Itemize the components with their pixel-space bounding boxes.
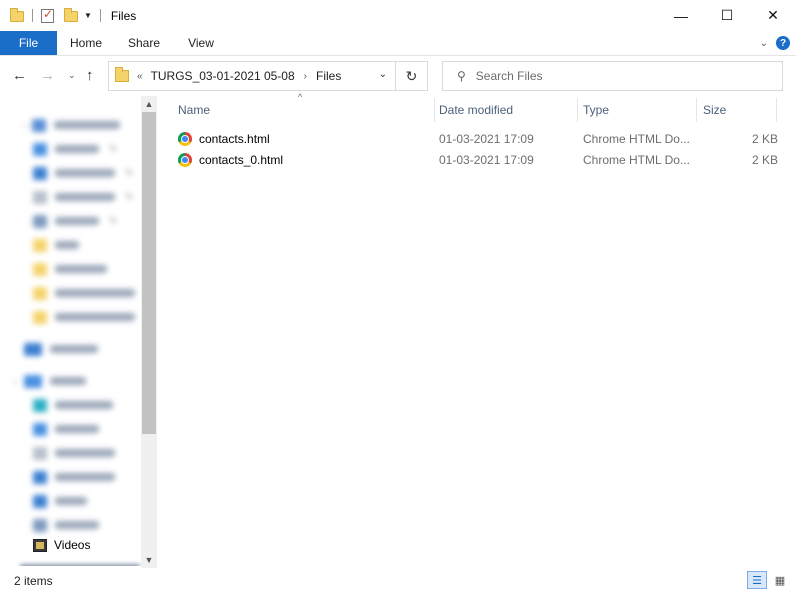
column-divider[interactable] xyxy=(696,98,697,122)
column-divider[interactable] xyxy=(434,98,435,122)
3d-objects-icon xyxy=(33,398,47,412)
breadcrumb-overflow-icon[interactable]: « xyxy=(137,71,143,82)
quick-access-toolbar: ▼ xyxy=(0,0,109,31)
toolbar-divider xyxy=(32,9,33,22)
column-header-size[interactable]: Size xyxy=(703,96,726,124)
forward-arrow-icon[interactable]: → xyxy=(40,67,55,84)
scroll-down-arrow-icon[interactable]: ▼ xyxy=(141,552,157,568)
file-name: contacts.html xyxy=(199,131,270,146)
chevron-icon[interactable]: › xyxy=(24,121,27,130)
column-divider[interactable] xyxy=(776,98,777,122)
sort-ascending-icon: ^ xyxy=(298,92,303,102)
toolbar-divider xyxy=(99,9,101,22)
folder-icon xyxy=(115,67,129,82)
file-size: 2 KB xyxy=(751,152,778,167)
folder-icon xyxy=(33,262,47,276)
folder-icon xyxy=(33,238,47,252)
file-type: Chrome HTML Do... xyxy=(583,152,690,167)
file-name-cell: contacts.html xyxy=(178,128,270,149)
column-header-name[interactable]: Name xyxy=(178,96,210,124)
title-bar: ▼ Files — ☐ ✕ xyxy=(0,0,796,31)
navigation-bar: ← → ⌄ ↑ « TURGS_03-01-2021 05-08 › Files… xyxy=(0,56,796,96)
video-folder-icon xyxy=(33,538,47,552)
documents-icon xyxy=(33,446,47,460)
chevron-icon[interactable]: › xyxy=(14,377,17,386)
expand-ribbon-chevron-icon[interactable]: ⌄ xyxy=(760,38,768,49)
search-icon: ⚲ xyxy=(457,69,466,83)
scrollbar-thumb[interactable] xyxy=(142,112,156,434)
back-arrow-icon[interactable]: ← xyxy=(12,67,27,84)
downloads-icon xyxy=(33,166,47,180)
computer-icon xyxy=(24,374,42,388)
new-folder-icon[interactable] xyxy=(64,8,78,22)
column-header-type[interactable]: Type xyxy=(583,96,609,124)
ribbon-right-controls: ⌄ ? xyxy=(760,36,790,50)
music-icon xyxy=(33,494,47,508)
refresh-button[interactable]: ↻ xyxy=(396,61,428,91)
tab-home[interactable]: Home xyxy=(57,31,115,55)
file-size: 2 KB xyxy=(751,131,778,146)
customize-toolbar-dropdown-icon[interactable]: ▼ xyxy=(84,11,92,20)
tab-file[interactable]: File xyxy=(0,31,57,55)
column-headers: ^ Name Date modified Type Size xyxy=(160,92,796,124)
cloud-icon xyxy=(24,342,42,356)
chrome-html-file-icon xyxy=(178,131,192,146)
properties-icon[interactable] xyxy=(41,7,54,23)
address-bar[interactable]: « TURGS_03-01-2021 05-08 › Files ⌄ xyxy=(108,61,396,91)
file-list: ^ Name Date modified Type Size contacts.… xyxy=(160,92,796,568)
sidebar-item-local-disk[interactable] xyxy=(20,564,140,566)
help-icon[interactable]: ? xyxy=(776,36,790,50)
address-dropdown-chevron-icon[interactable]: ⌄ xyxy=(379,69,387,80)
breadcrumb-files[interactable]: Files xyxy=(316,69,341,83)
file-name: contacts_0.html xyxy=(199,152,284,167)
file-row[interactable]: contacts.html 01-03-2021 17:09 Chrome HT… xyxy=(174,128,790,149)
file-name-cell: contacts_0.html xyxy=(178,149,283,170)
pictures-icon xyxy=(33,214,47,228)
window-title: Files xyxy=(110,8,137,23)
sidebar-scrollbar[interactable]: ▲ ▼ xyxy=(141,96,157,568)
sidebar-item-videos[interactable]: Videos xyxy=(33,538,90,552)
recent-locations-chevron-icon[interactable]: ⌄ xyxy=(68,70,76,81)
up-arrow-icon[interactable]: ↑ xyxy=(86,67,94,84)
details-view-icon[interactable]: ☰ xyxy=(747,571,767,589)
pictures-icon xyxy=(33,518,47,532)
file-row[interactable]: contacts_0.html 01-03-2021 17:09 Chrome … xyxy=(174,149,790,170)
ribbon-tabs: File Home Share View ⌄ ? xyxy=(0,31,796,56)
desktop-icon xyxy=(33,422,47,436)
navigation-pane: › ✎ ✎ ✎ ✎ › › Videos xyxy=(0,96,157,566)
view-toggle: ☰ ▦ xyxy=(747,571,790,589)
folder-icon[interactable] xyxy=(10,8,24,22)
folder-icon xyxy=(33,286,47,300)
chrome-html-file-icon xyxy=(178,152,192,167)
folder-icon xyxy=(33,310,47,324)
tab-share[interactable]: Share xyxy=(115,31,173,55)
window-controls: — ☐ ✕ xyxy=(658,0,796,31)
search-input[interactable] xyxy=(475,69,756,83)
close-button[interactable]: ✕ xyxy=(750,0,796,31)
file-date-modified: 01-03-2021 17:09 xyxy=(439,152,534,167)
search-box[interactable]: ⚲ xyxy=(442,61,783,91)
maximize-button[interactable]: ☐ xyxy=(704,0,750,31)
large-icons-view-icon[interactable]: ▦ xyxy=(770,571,790,589)
minimize-button[interactable]: — xyxy=(658,0,704,31)
status-bar: 2 items ☰ ▦ xyxy=(0,568,796,593)
star-icon xyxy=(32,118,46,132)
item-count: 2 items xyxy=(14,573,53,588)
breadcrumb-separator-icon[interactable]: › xyxy=(304,71,307,82)
file-type: Chrome HTML Do... xyxy=(583,131,690,146)
scroll-up-arrow-icon[interactable]: ▲ xyxy=(141,96,157,112)
breadcrumb-turgs[interactable]: TURGS_03-01-2021 05-08 xyxy=(151,69,295,83)
documents-icon xyxy=(33,190,47,204)
tab-view[interactable]: View xyxy=(173,31,229,55)
downloads-icon xyxy=(33,470,47,484)
column-divider[interactable] xyxy=(577,98,578,122)
desktop-icon xyxy=(33,142,47,156)
sidebar-item-label: Videos xyxy=(54,538,91,552)
file-date-modified: 01-03-2021 17:09 xyxy=(439,131,534,146)
column-header-date-modified[interactable]: Date modified xyxy=(439,96,513,124)
